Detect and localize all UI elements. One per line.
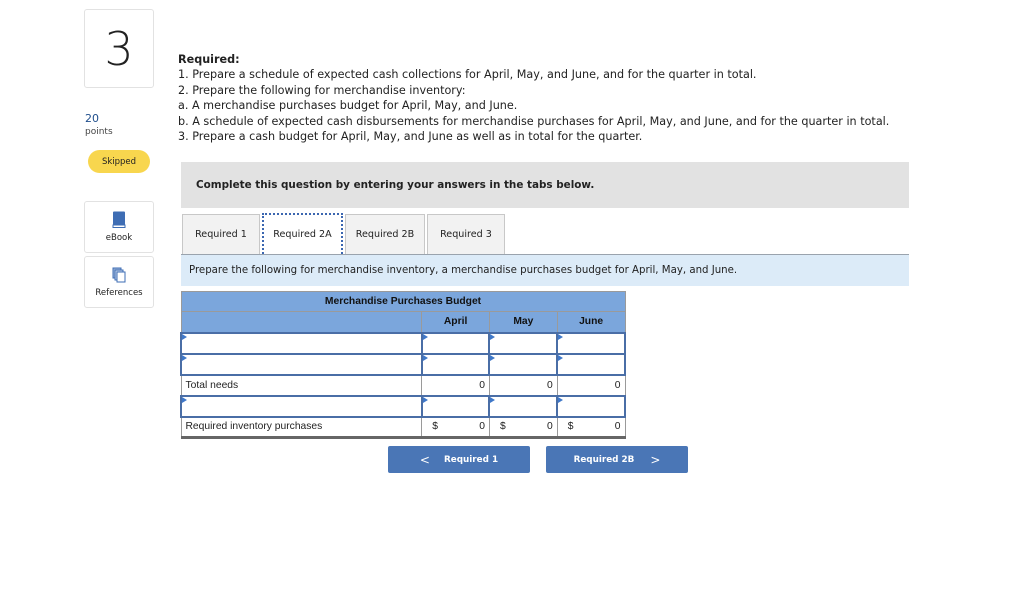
references-icon — [112, 267, 126, 282]
column-header-april: April — [421, 311, 490, 333]
row-label-input[interactable] — [180, 352, 423, 376]
may-input[interactable] — [490, 354, 557, 374]
value: 0 — [614, 421, 621, 433]
column-header-blank — [180, 311, 423, 333]
row-label-dropdown[interactable] — [182, 354, 421, 374]
tab-required-2b[interactable]: Required 2B — [345, 214, 425, 254]
april-total-needs: 0 — [421, 373, 490, 396]
instruction-banner: Complete this question by entering your … — [181, 162, 909, 208]
may-required-purchases: $0 — [488, 415, 558, 439]
april-input[interactable] — [422, 396, 489, 416]
points-label: points — [85, 127, 113, 137]
merchandise-purchases-budget-table: Merchandise Purchases Budget April May J… — [180, 291, 626, 439]
april-input-cell[interactable] — [420, 352, 491, 376]
tab-bar: Required 1 Required 2A Required 2B Requi… — [182, 213, 507, 254]
may-input[interactable] — [490, 333, 557, 353]
tab-required-3[interactable]: Required 3 — [427, 214, 505, 254]
required-line: a. A merchandise purchases budget for Ap… — [178, 99, 518, 113]
question-number: 3 — [104, 21, 134, 76]
april-input-cell[interactable] — [420, 331, 491, 355]
table-row-total-needs: Total needs 0 0 0 — [180, 373, 626, 396]
june-required-purchases: $0 — [556, 415, 626, 439]
points-value: 20 — [85, 112, 99, 125]
status-badge: Skipped — [88, 150, 150, 173]
june-input[interactable] — [558, 396, 624, 416]
row-label-input[interactable] — [180, 331, 423, 355]
april-input-cell[interactable] — [420, 394, 491, 418]
currency-symbol: $ — [499, 421, 506, 433]
row-label: Required inventory purchases — [180, 416, 423, 439]
may-input-cell[interactable] — [488, 331, 559, 355]
april-input[interactable] — [422, 333, 489, 353]
column-header-may: May — [488, 311, 558, 333]
prev-button-label: Required 1 — [443, 454, 499, 465]
row-label-dropdown[interactable] — [182, 333, 421, 353]
next-button-label: Required 2B — [573, 454, 635, 465]
required-line: 3. Prepare a cash budget for April, May,… — [178, 130, 643, 144]
book-icon — [112, 211, 126, 228]
required-line: 1. Prepare a schedule of expected cash c… — [178, 68, 757, 82]
may-input-cell[interactable] — [488, 352, 559, 376]
chevron-left-icon: < — [419, 452, 430, 467]
required-line: b. A schedule of expected cash disbursem… — [178, 114, 890, 128]
june-input-cell[interactable] — [556, 394, 626, 418]
may-input-cell[interactable] — [488, 394, 559, 418]
prev-required-1-button[interactable]: < Required 1 — [388, 446, 530, 473]
row-label-dropdown[interactable] — [182, 396, 421, 416]
june-input-cell[interactable] — [556, 331, 626, 355]
ebook-label: eBook — [105, 233, 133, 243]
table-row — [180, 352, 626, 376]
question-number-box: 3 — [84, 9, 154, 88]
april-required-purchases: $0 — [421, 415, 490, 439]
chevron-right-icon: > — [650, 452, 661, 467]
required-header: Required: — [178, 53, 240, 66]
ebook-button[interactable]: eBook — [84, 201, 154, 253]
may-total-needs: 0 — [488, 373, 558, 396]
june-total-needs: 0 — [556, 373, 626, 396]
value: 0 — [479, 421, 485, 433]
june-input[interactable] — [558, 333, 624, 353]
required-line: 2. Prepare the following for merchandise… — [178, 83, 466, 97]
currency-symbol: $ — [432, 421, 438, 433]
table-row-required-purchases: Required inventory purchases $0 $0 $0 — [180, 415, 626, 439]
references-button[interactable]: References — [84, 256, 154, 308]
april-input[interactable] — [422, 354, 489, 374]
june-input[interactable] — [558, 354, 624, 374]
june-input-cell[interactable] — [556, 352, 626, 376]
value: 0 — [546, 421, 553, 433]
row-label-input[interactable] — [180, 394, 423, 418]
next-required-2b-button[interactable]: Required 2B > — [546, 446, 688, 473]
row-label: Total needs — [180, 374, 423, 396]
table-title: Merchandise Purchases Budget — [180, 291, 626, 312]
table-row — [180, 331, 626, 355]
may-input[interactable] — [490, 396, 557, 416]
column-header-june: June — [556, 311, 626, 333]
currency-symbol: $ — [567, 421, 574, 433]
tab-required-1[interactable]: Required 1 — [182, 214, 260, 254]
tab-instruction: Prepare the following for merchandise in… — [181, 254, 909, 286]
required-instructions: Required: 1. Prepare a schedule of expec… — [178, 52, 889, 144]
references-label: References — [95, 287, 143, 298]
tab-required-2a[interactable]: Required 2A — [262, 213, 343, 254]
table-row — [180, 394, 626, 418]
